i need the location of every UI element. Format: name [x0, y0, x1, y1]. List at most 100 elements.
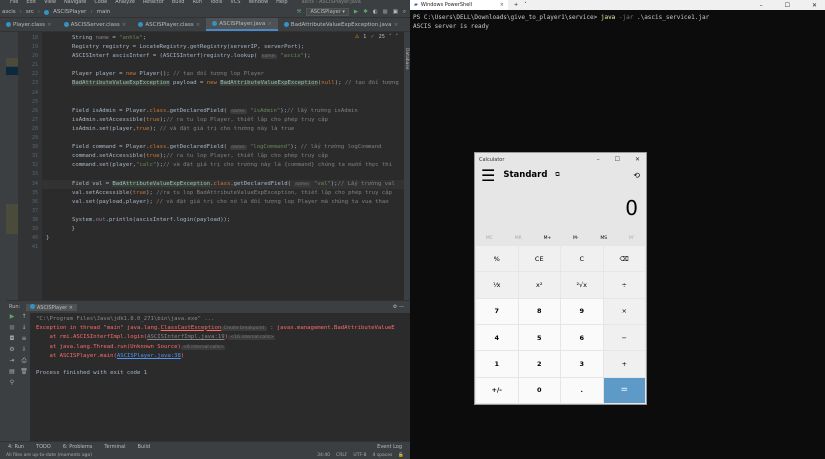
memory-button-4[interactable]: MS [600, 236, 607, 241]
calc-button[interactable]: ⌫ [603, 246, 645, 272]
calc-button[interactable]: 9 [561, 298, 603, 324]
trash-icon[interactable]: 🗑 [18, 368, 30, 379]
code-line[interactable]: command.set(player,"calc");// và đặt giá… [42, 161, 404, 170]
down-arrow-icon[interactable]: ↓ [18, 324, 30, 335]
menu-item-refactor[interactable]: Refactor [143, 0, 164, 7]
code-line[interactable]: command.setAccessible(true);// ra tu lop… [42, 152, 404, 161]
code-line[interactable]: isAdmin.set(player,true); // và đặt giá … [42, 125, 404, 134]
chevron-up-icon[interactable]: ˄ [389, 34, 392, 40]
calc-button[interactable]: % [476, 246, 518, 272]
build-hammer-icon[interactable]: ⚒ [297, 9, 302, 15]
dropdown-icon[interactable]: ˅ [524, 2, 527, 8]
menu-item-build[interactable]: Build [172, 0, 185, 7]
new-tab-icon[interactable]: + [508, 2, 524, 8]
code-line[interactable] [42, 134, 404, 143]
calc-button[interactable]: = [603, 377, 645, 403]
close-tab-icon[interactable]: × [500, 2, 508, 8]
pin-icon[interactable]: ⚲ [6, 379, 18, 390]
code-line[interactable] [42, 207, 404, 216]
stop-icon[interactable]: ■ [6, 324, 18, 335]
settings-icon[interactable]: ⚙ [6, 346, 18, 357]
line-separator[interactable]: CRLF [336, 453, 347, 458]
code-line[interactable]: isAdmin.setAccessible(true);// ra tu lop… [42, 116, 404, 125]
bottom-tab[interactable]: 6: Problems [63, 444, 93, 450]
chevron-down-icon[interactable]: ˅ [396, 34, 399, 40]
code-line[interactable] [42, 61, 404, 70]
code-line[interactable] [42, 170, 404, 179]
calc-button[interactable]: 4 [476, 325, 518, 351]
calc-button[interactable]: . [561, 377, 603, 403]
bottom-tab[interactable]: 4: Run [8, 444, 24, 450]
calc-button[interactable]: + [603, 351, 645, 377]
close-tab-icon[interactable]: × [196, 22, 201, 28]
code-line[interactable]: val.set(payload,player); // và đặt giá t… [42, 198, 404, 207]
project-structure-icon[interactable]: ▣ [393, 9, 398, 15]
indent-setting[interactable]: 4 spaces [373, 453, 393, 458]
menu-item-file[interactable]: File [10, 0, 18, 7]
caret-position[interactable]: 34:40 [317, 453, 330, 458]
database-tool-tab[interactable]: Database [404, 48, 409, 69]
exit-icon[interactable]: ⇥ [6, 357, 18, 368]
code-editor[interactable]: String name = "anhle"; Registry registry … [42, 32, 404, 300]
calc-button[interactable]: x² [518, 272, 560, 298]
run-icon[interactable]: ▶ [354, 9, 358, 15]
code-line[interactable]: val.setAccessible(true); //ra tu lop Bad… [42, 189, 404, 198]
calc-button[interactable]: CE [518, 246, 560, 272]
close-tab-icon[interactable]: × [47, 22, 52, 28]
terminal-output[interactable]: PS C:\Users\DELL\Downloads\give_to_playe… [410, 10, 825, 35]
editor-tab[interactable]: Player.class × [0, 18, 58, 31]
calc-button[interactable]: ⅟x [476, 272, 518, 298]
calc-button[interactable]: C [561, 246, 603, 272]
menu-item-vcs[interactable]: VCS [230, 0, 240, 7]
editor-tab[interactable]: ASCISPlayer.java × [206, 18, 278, 31]
menu-item-run[interactable]: Run [192, 0, 202, 7]
code-line[interactable]: ASCISInterf ascisInterf = (ASCISInterf)r… [42, 52, 404, 61]
lock-icon[interactable]: 🔓 [398, 453, 404, 458]
code-line[interactable] [42, 89, 404, 98]
calc-button[interactable]: 2 [518, 351, 560, 377]
calc-button[interactable]: 7 [476, 298, 518, 324]
bottom-tab[interactable]: Terminal [104, 444, 125, 450]
memory-button-3[interactable]: M- [573, 236, 579, 241]
maximize-icon[interactable]: ☐ [785, 2, 790, 9]
up-arrow-icon[interactable]: ↑ [18, 313, 30, 324]
coverage-icon[interactable]: ◐ [373, 9, 378, 15]
project-tree-item[interactable] [6, 204, 18, 234]
scroll-to-end-icon[interactable]: ⇩ [18, 346, 30, 357]
code-line[interactable]: String name = "anhle"; [42, 34, 404, 43]
maximize-icon[interactable]: ☐ [615, 156, 620, 163]
code-line[interactable]: Registry registry = LocateRegistry.getRe… [42, 43, 404, 52]
menu-item-edit[interactable]: Edit [26, 0, 36, 7]
code-line[interactable]: Field val = BadAttributeValueExpExceptio… [42, 179, 404, 189]
code-line[interactable] [42, 98, 404, 107]
code-line[interactable]: Field isAdmin = Player.class.getDeclared… [42, 107, 404, 116]
menu-item-tools[interactable]: Tools [210, 0, 222, 7]
search-icon[interactable]: ⌕ [403, 9, 406, 16]
calc-button[interactable]: − [603, 325, 645, 351]
file-encoding[interactable]: UTF-8 [353, 453, 366, 458]
breadcrumb-class[interactable]: ASCISPlayer [53, 9, 86, 15]
calc-button[interactable]: 6 [561, 325, 603, 351]
code-line[interactable]: } [42, 234, 404, 243]
breadcrumb-method[interactable]: main [97, 9, 111, 15]
memory-button-0[interactable]: MC [486, 236, 493, 241]
calc-button[interactable]: +/- [476, 377, 518, 403]
close-tab-icon[interactable]: × [122, 22, 127, 28]
calc-button[interactable]: 0 [518, 377, 560, 403]
code-line[interactable]: BadAttributeValueExpException payload = … [42, 79, 404, 88]
editor-tab[interactable]: ASCISServer.class × [58, 18, 133, 31]
inspection-widget[interactable]: ⚠ 1 ✓ 25 ˄ ˅ [355, 34, 398, 40]
calc-button[interactable]: 1 [476, 351, 518, 377]
editor-tab[interactable]: BadAttributeValueExpException.java × [278, 18, 404, 31]
menu-item-window[interactable]: Window [248, 0, 268, 7]
hamburger-menu-icon[interactable]: ☰ [481, 166, 495, 185]
status-message[interactable]: All files are up-to-date (moments ago) [6, 453, 92, 458]
console-output[interactable]: "C:\Program Files\Java\jdk1.8.0_271\bin\… [36, 315, 395, 378]
code-line[interactable]: Player player = new Player(); // tạo đối… [42, 70, 404, 79]
menu-item-view[interactable]: View [44, 0, 56, 7]
bottom-tab[interactable]: TODO [36, 444, 51, 450]
run-tab[interactable]: ASCISPlayer × [26, 303, 77, 311]
calc-button[interactable]: 8 [518, 298, 560, 324]
memory-button-1[interactable]: MR [515, 236, 522, 241]
calc-button[interactable]: 5 [518, 325, 560, 351]
